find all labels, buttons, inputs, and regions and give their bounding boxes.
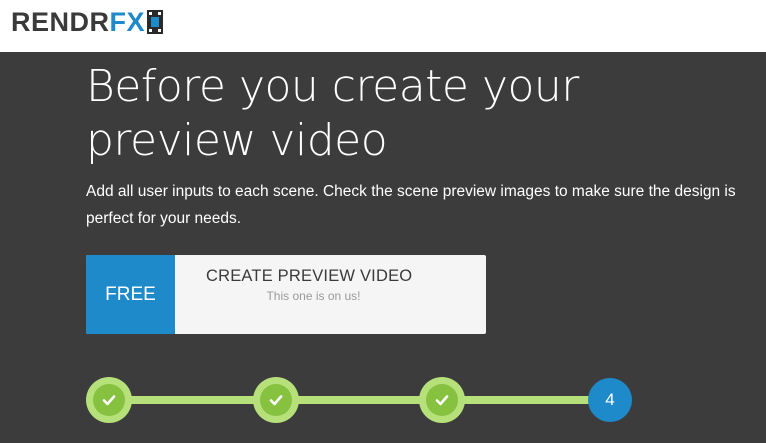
check-icon [269,395,283,406]
cta-title: CREATE PREVIEW VIDEO [206,267,413,285]
step-3[interactable] [419,377,465,423]
logo-text-accent: FX [109,6,146,37]
cta-subtitle: This one is on us! [266,289,361,303]
step-1[interactable] [86,377,132,423]
page-description: Add all user inputs to each scene. Check… [86,183,736,227]
step-2[interactable] [253,377,299,423]
site-header: RENDR FX [0,0,766,52]
film-strip-icon [147,10,164,34]
rendrfx-logo[interactable]: RENDR FX [11,5,164,39]
check-icon [435,395,449,406]
step-4-current[interactable]: 4 [588,378,632,422]
create-preview-video-button[interactable]: FREE CREATE PREVIEW VIDEO This one is on… [86,255,486,334]
step-2-inner [260,384,292,416]
step-1-inner [93,384,125,416]
cta-text-area: CREATE PREVIEW VIDEO This one is on us! [175,255,486,334]
progress-stepper: 4 [86,377,646,423]
stepper-track [106,396,606,404]
logo-text-main: RENDR [11,6,110,37]
page-title: Before you create your preview video [86,61,579,166]
step-3-inner [426,384,458,416]
check-icon [102,395,116,406]
main-content: Before you create your preview video Add… [0,52,766,443]
